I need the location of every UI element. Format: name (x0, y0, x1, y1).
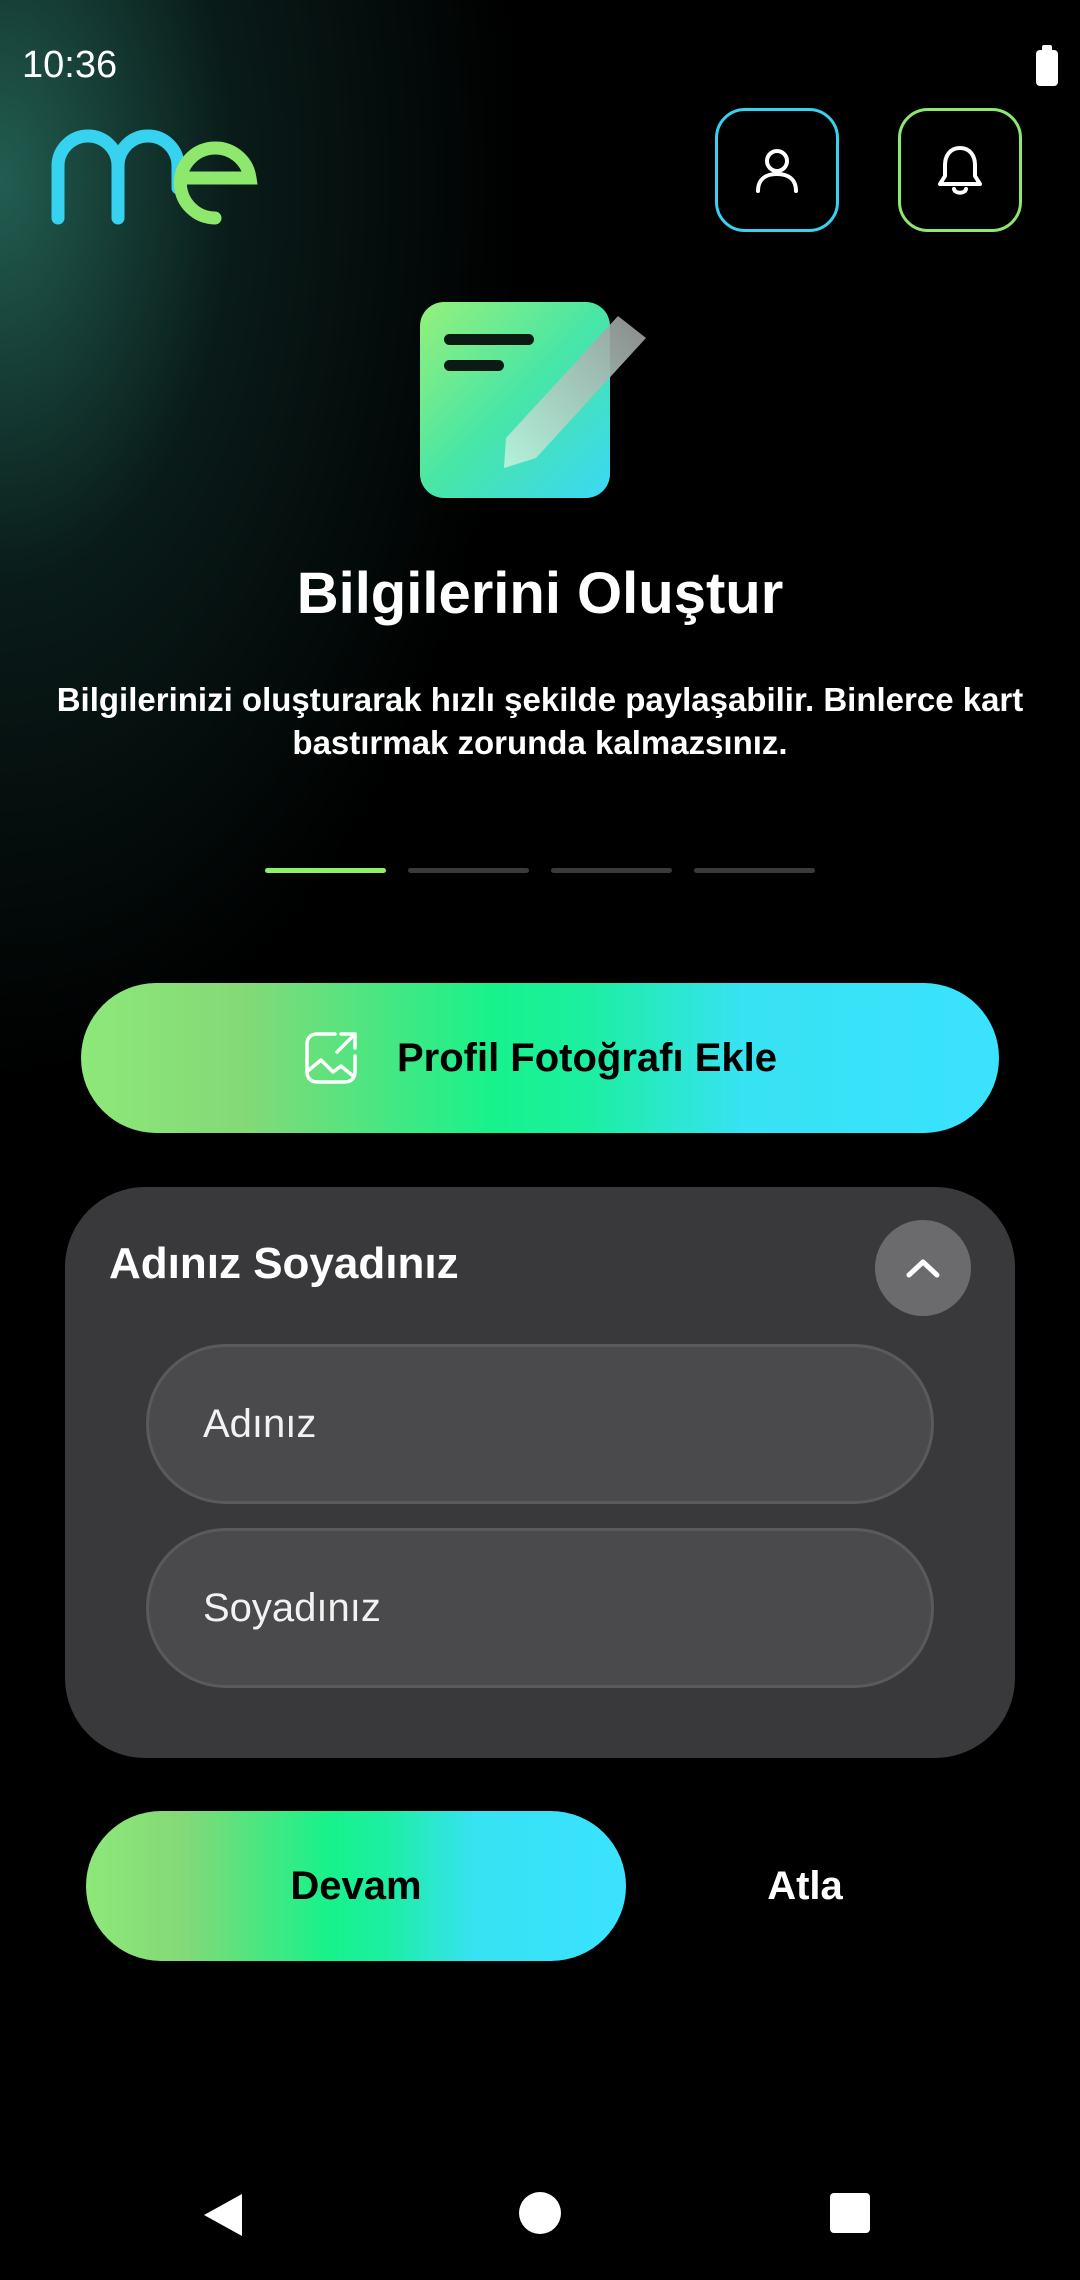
name-card: Adınız Soyadınız Adınız Soyadınız (65, 1187, 1015, 1758)
navigation-bar (0, 2150, 1080, 2280)
progress-step-1 (265, 868, 386, 873)
progress-step-3 (551, 868, 672, 873)
page-title: Bilgilerini Oluştur (296, 561, 784, 626)
profile-button[interactable] (715, 108, 839, 232)
user-icon (756, 149, 798, 193)
add-profile-photo-label: Profil Fotoğrafı Ekle (396, 1035, 778, 1080)
last-name-field[interactable]: Soyadınız (146, 1528, 934, 1688)
battery-icon (1036, 45, 1058, 86)
progress-step-4 (694, 868, 815, 873)
edit-note-icon (420, 302, 646, 498)
first-name-placeholder: Adınız (203, 1401, 317, 1446)
status-time: 10:36 (22, 44, 118, 86)
chevron-up-icon (906, 1259, 940, 1278)
collapse-button[interactable] (875, 1220, 971, 1316)
recents-icon[interactable] (830, 2193, 870, 2233)
home-icon[interactable] (519, 2192, 561, 2234)
app-logo (51, 129, 258, 225)
last-name-placeholder: Soyadınız (203, 1585, 381, 1630)
first-name-field[interactable]: Adınız (146, 1344, 934, 1504)
notifications-button[interactable] (898, 108, 1022, 232)
image-upload-icon (305, 1032, 357, 1084)
page-subtitle: Bilgilerinizi oluşturarak hızlı şekilde … (56, 681, 1024, 761)
add-profile-photo-button[interactable]: Profil Fotoğrafı Ekle (81, 983, 999, 1133)
step-progress (265, 868, 815, 874)
continue-button[interactable]: Devam (86, 1811, 626, 1961)
progress-step-2 (408, 868, 529, 873)
name-card-title: Adınız Soyadınız (109, 1239, 459, 1288)
skip-button[interactable]: Atla (700, 1811, 910, 1961)
back-icon[interactable] (202, 2192, 244, 2238)
bell-icon (938, 146, 982, 195)
